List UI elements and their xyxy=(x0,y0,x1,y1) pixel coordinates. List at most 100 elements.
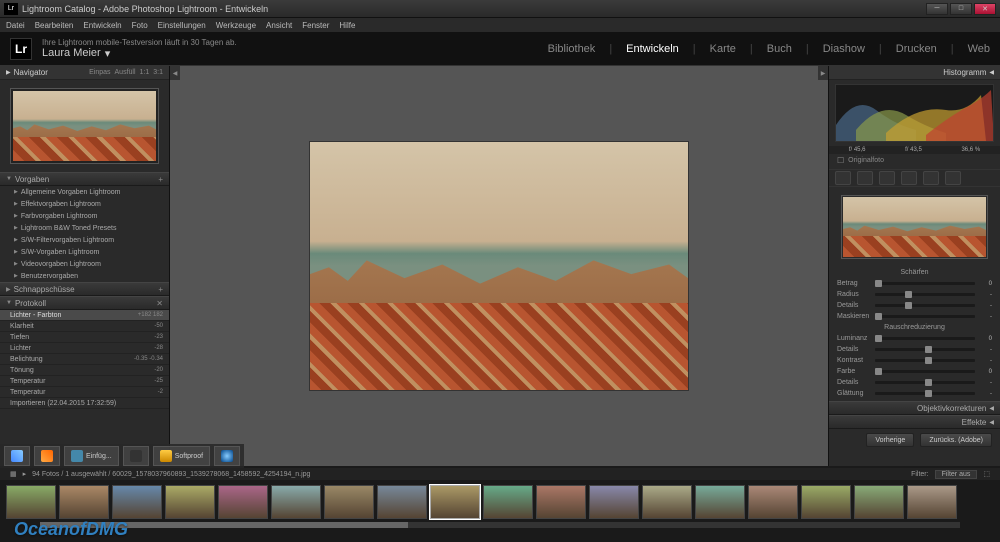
preset-folder[interactable]: ▶S/W-Filtervorgaben Lightroom xyxy=(0,234,169,246)
spot-tool-icon[interactable] xyxy=(857,171,873,185)
slider-handle[interactable] xyxy=(875,368,882,375)
filter-lock-icon[interactable]: ⬚ xyxy=(983,470,990,478)
image-canvas[interactable]: ◀ ▶ xyxy=(170,66,828,466)
slider-row[interactable]: Radius- xyxy=(837,289,992,300)
user-name[interactable]: Laura Meier▾ xyxy=(42,47,237,60)
filter-dropdown[interactable]: Filter aus xyxy=(935,470,978,479)
snapshots-header[interactable]: ▶Schnappschüsse+ xyxy=(0,282,169,296)
task-tab[interactable] xyxy=(4,446,30,466)
menu-item[interactable]: Einstellungen xyxy=(158,21,206,30)
menu-item[interactable]: Foto xyxy=(132,21,148,30)
path-arrow-icon[interactable]: ▸ xyxy=(23,470,27,478)
slider-row[interactable]: Maskieren- xyxy=(837,311,992,322)
slider-track[interactable] xyxy=(875,282,975,285)
preset-folder[interactable]: ▶Farbvorgaben Lightroom xyxy=(0,210,169,222)
history-step[interactable]: Lichter-28 xyxy=(0,343,169,354)
menu-item[interactable]: Fenster xyxy=(302,21,329,30)
slider-handle[interactable] xyxy=(925,379,932,386)
detail-preview[interactable] xyxy=(841,195,988,259)
brush-tool-icon[interactable] xyxy=(945,171,961,185)
menu-item[interactable]: Hilfe xyxy=(339,21,355,30)
slider-handle[interactable] xyxy=(875,280,882,287)
original-photo-toggle[interactable]: ☐Originalfoto xyxy=(829,154,1000,167)
slider-track[interactable] xyxy=(875,392,975,395)
filmstrip-thumb[interactable] xyxy=(536,485,586,519)
slider-handle[interactable] xyxy=(905,302,912,309)
histogram-display[interactable] xyxy=(835,84,994,142)
filmstrip-scrollbar[interactable] xyxy=(40,522,960,528)
filmstrip-thumb[interactable] xyxy=(695,485,745,519)
slider-row[interactable]: Luminanz0 xyxy=(837,333,992,344)
history-step[interactable]: Importieren (22.04.2015 17:32:59) xyxy=(0,398,169,409)
slider-handle[interactable] xyxy=(875,335,882,342)
filmstrip-thumb[interactable] xyxy=(589,485,639,519)
history-step[interactable]: Temperatur-2 xyxy=(0,387,169,398)
slider-row[interactable]: Details- xyxy=(837,377,992,388)
filmstrip-thumb[interactable] xyxy=(430,485,480,519)
module-print[interactable]: Drucken xyxy=(896,43,937,55)
slider-track[interactable] xyxy=(875,370,975,373)
filmstrip-thumb[interactable] xyxy=(218,485,268,519)
slider-row[interactable]: Kontrast- xyxy=(837,355,992,366)
close-button[interactable]: ✕ xyxy=(974,3,996,15)
preset-folder[interactable]: ▶Videovorgaben Lightroom xyxy=(0,258,169,270)
module-book[interactable]: Buch xyxy=(767,43,792,55)
module-web[interactable]: Web xyxy=(968,43,990,55)
slider-track[interactable] xyxy=(875,337,975,340)
filmstrip-thumb[interactable] xyxy=(377,485,427,519)
reset-button[interactable]: Zurücks. (Adobe) xyxy=(920,433,992,447)
effects-header[interactable]: Effekte◀ xyxy=(829,415,1000,429)
preset-folder[interactable]: ▶Effektvorgaben Lightroom xyxy=(0,198,169,210)
minimize-button[interactable]: ─ xyxy=(926,3,948,15)
menu-item[interactable]: Entwickeln xyxy=(83,21,121,30)
filmstrip-thumb[interactable] xyxy=(6,485,56,519)
redeye-tool-icon[interactable] xyxy=(879,171,895,185)
filmstrip-thumb[interactable] xyxy=(324,485,374,519)
slider-track[interactable] xyxy=(875,348,975,351)
history-step[interactable]: Temperatur-25 xyxy=(0,376,169,387)
slider-track[interactable] xyxy=(875,381,975,384)
radial-tool-icon[interactable] xyxy=(923,171,939,185)
filmstrip[interactable] xyxy=(0,480,1000,524)
task-tab[interactable] xyxy=(214,446,240,466)
main-photo[interactable] xyxy=(309,141,689,391)
preset-folder[interactable]: ▶S/W-Vorgaben Lightroom xyxy=(0,246,169,258)
menu-item[interactable]: Ansicht xyxy=(266,21,292,30)
slider-track[interactable] xyxy=(875,359,975,362)
history-header[interactable]: ▼Protokoll✕ xyxy=(0,296,169,310)
maximize-button[interactable]: □ xyxy=(950,3,972,15)
histogram-header[interactable]: Histogramm◀ xyxy=(829,66,1000,80)
filmstrip-thumb[interactable] xyxy=(165,485,215,519)
preset-folder[interactable]: ▶Benutzervorgaben xyxy=(0,270,169,282)
task-tab[interactable] xyxy=(34,446,60,466)
task-tab[interactable]: Einfüg... xyxy=(64,446,119,466)
preset-folder[interactable]: ▶Lightroom B&W Toned Presets xyxy=(0,222,169,234)
history-step[interactable]: Klarheit-50 xyxy=(0,321,169,332)
slider-row[interactable]: Betrag0 xyxy=(837,278,992,289)
filmstrip-thumb[interactable] xyxy=(854,485,904,519)
task-tab[interactable] xyxy=(123,446,149,466)
filmstrip-thumb[interactable] xyxy=(59,485,109,519)
grid-view-icon[interactable]: ▦ xyxy=(10,470,17,478)
slider-track[interactable] xyxy=(875,315,975,318)
module-map[interactable]: Karte xyxy=(710,43,736,55)
history-step[interactable]: Tiefen-23 xyxy=(0,332,169,343)
filmstrip-thumb[interactable] xyxy=(801,485,851,519)
slider-track[interactable] xyxy=(875,293,975,296)
crop-tool-icon[interactable] xyxy=(835,171,851,185)
slider-handle[interactable] xyxy=(925,390,932,397)
filmstrip-thumb[interactable] xyxy=(642,485,692,519)
navigator-header[interactable]: ▶ Navigator Einpas Ausfüll 1:1 3:1 xyxy=(0,66,169,80)
module-develop[interactable]: Entwickeln xyxy=(626,43,679,55)
history-step[interactable]: Belichtung-0.35 -0.34 xyxy=(0,354,169,365)
gradient-tool-icon[interactable] xyxy=(901,171,917,185)
menu-item[interactable]: Bearbeiten xyxy=(35,21,74,30)
task-tab[interactable]: Softproof xyxy=(153,446,210,466)
slider-handle[interactable] xyxy=(905,291,912,298)
slider-handle[interactable] xyxy=(875,313,882,320)
slider-handle[interactable] xyxy=(925,346,932,353)
navigator-preview[interactable] xyxy=(0,80,169,172)
menu-item[interactable]: Datei xyxy=(6,21,25,30)
slider-row[interactable]: Farbe0 xyxy=(837,366,992,377)
filmstrip-thumb[interactable] xyxy=(483,485,533,519)
